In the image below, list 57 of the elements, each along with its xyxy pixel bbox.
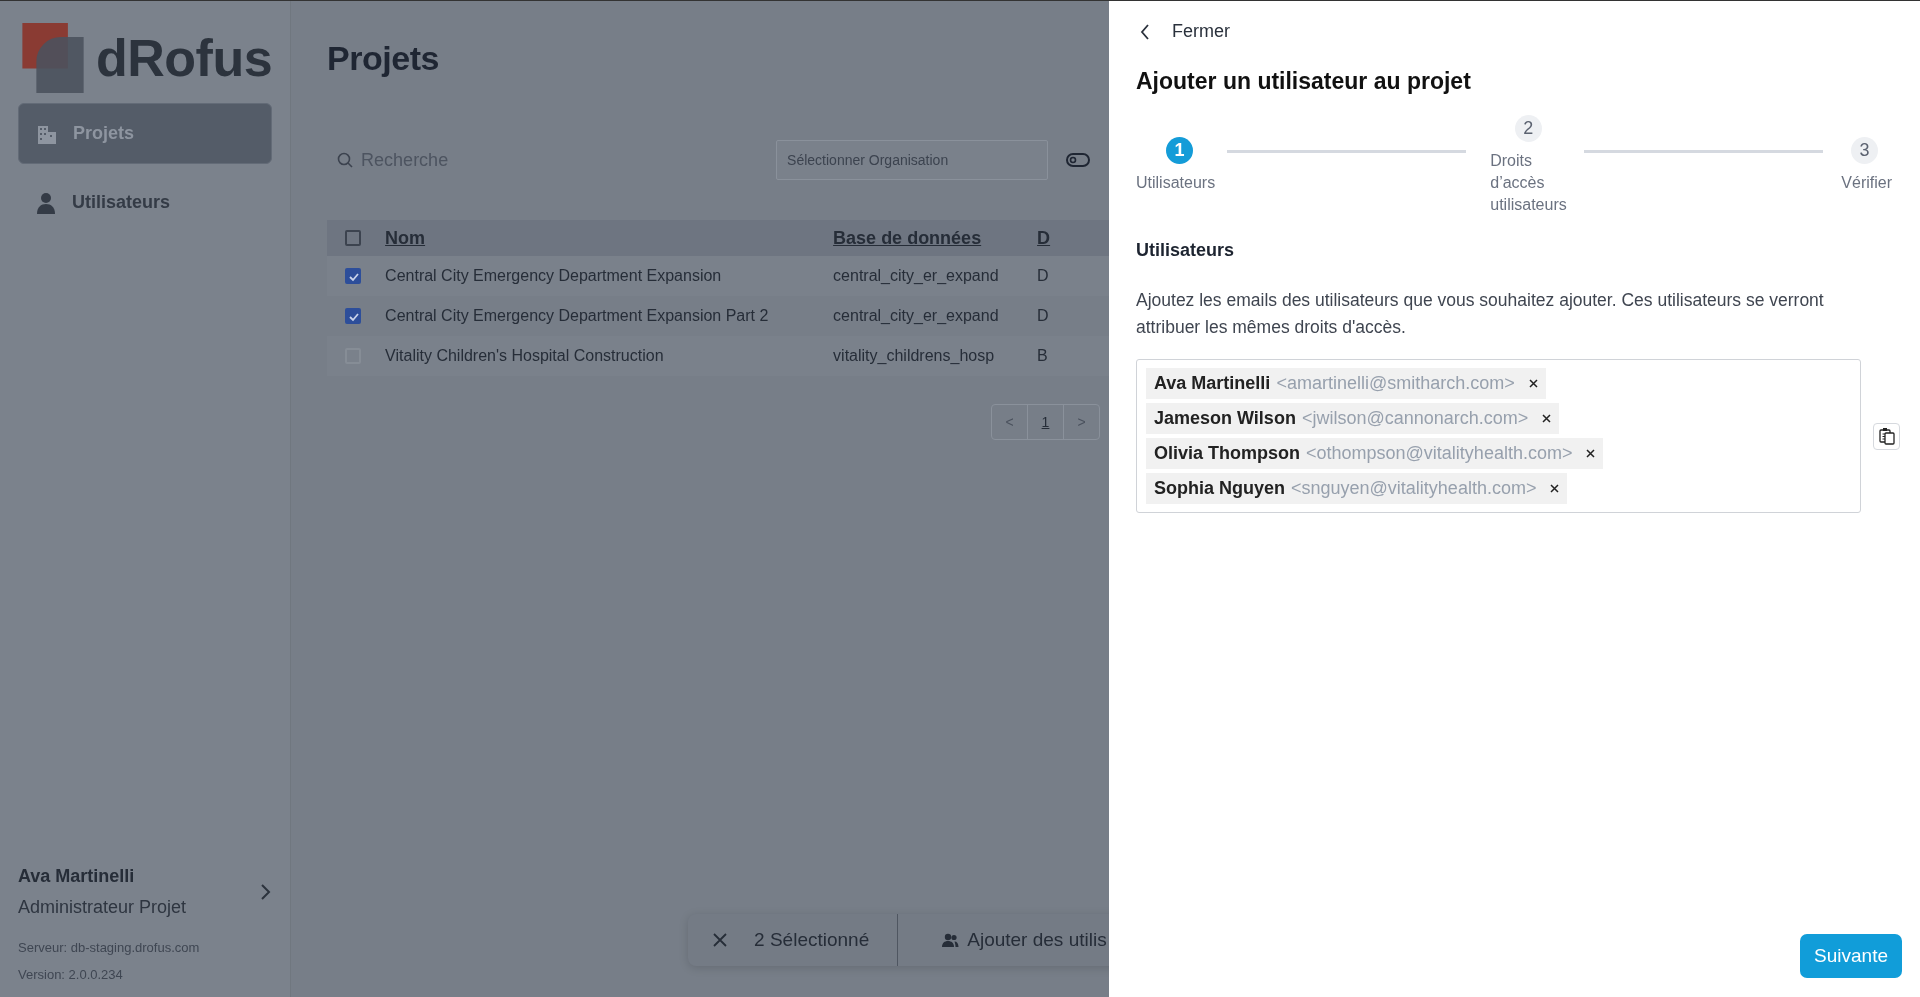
table-cell: D [1037, 267, 1049, 284]
sidebar-item[interactable]: Utilisateurs [18, 172, 273, 233]
row-checkbox[interactable] [345, 308, 362, 324]
section-title: Utilisateurs [1136, 240, 1236, 261]
selection-count: 2 Sélectionné [754, 929, 870, 951]
close-icon [712, 932, 729, 948]
chevron-left-icon [1140, 23, 1150, 40]
search-icon [337, 152, 354, 168]
add-users-button[interactable]: Ajouter des utilis [942, 929, 1107, 951]
previous-page-button[interactable]: < [992, 405, 1027, 439]
remove-icon [1528, 379, 1538, 388]
user-name: Ava Martinelli [18, 866, 136, 887]
step-number: 3 [1851, 137, 1878, 164]
user-tag: Sophia Nguyen <snguyen@vitalityhealth.com> [1146, 473, 1568, 504]
toggle-icon [1066, 153, 1091, 167]
column-header[interactable]: D [1037, 227, 1051, 248]
user-icon [36, 191, 56, 214]
step-label: Utilisateurs [1136, 173, 1216, 193]
user-role: Administrateur Projet [18, 897, 187, 918]
organisation-select[interactable]: Sélectionner Organisation [776, 140, 1049, 180]
users-icon [942, 933, 960, 947]
chevron-right-icon [260, 883, 273, 901]
step-number: 1 [1166, 137, 1193, 164]
table-cell: D [1037, 307, 1049, 324]
sidebar-item[interactable]: Projets [18, 103, 273, 164]
table-cell: Vitality Children's Hospital Construction [385, 347, 664, 364]
next-page-button[interactable]: > [1063, 405, 1099, 439]
page-button[interactable]: 1 [1027, 405, 1063, 439]
logo-text: dRofus [96, 28, 273, 88]
user-tag: Olivia Thompson <othompson@vitalityhealth.com> [1146, 438, 1604, 469]
step-number: 2 [1514, 115, 1542, 142]
page-title: Projets [327, 39, 440, 78]
table-cell: Central City Emergency Department Expansion [385, 267, 722, 284]
remove-icon [1586, 449, 1596, 458]
remove-icon [1542, 414, 1552, 423]
table-cell: central_city_er_expand [833, 307, 999, 324]
remove-icon [1550, 484, 1560, 493]
next-button[interactable]: Suivante [1800, 934, 1902, 978]
version-text: Version: 2.0.0.234 [18, 966, 124, 984]
drawer-title: Ajouter un utilisateur au projet [1136, 68, 1472, 95]
step-label: Droits d’accès utilisateurs [1490, 151, 1568, 215]
email-input-field[interactable]: Ava Martinelli <amartinelli@smitharch.com> Jameson Wilson <jwilson@cannonarch.com> Olivia Thompson <othompson@vitalityhealth.com> Sophia Nguyen <snguyen@vitalityhealth.com> [1136, 359, 1861, 513]
server-text: Serveur: db-staging.drofus.com [18, 939, 201, 957]
select-all-checkbox[interactable] [345, 230, 362, 246]
step-label: Vérifier [1841, 173, 1892, 193]
table-cell: central_city_er_expand [833, 267, 999, 284]
row-checkbox[interactable] [345, 268, 362, 284]
table-cell: Central City Emergency Department Expansion Part 2 [385, 307, 769, 324]
table-cell: vitality_childrens_hosp [833, 347, 995, 364]
close-link[interactable]: Fermer [1140, 21, 1230, 42]
user-tag: Jameson Wilson <jwilson@cannonarch.com> [1146, 403, 1560, 434]
column-header[interactable]: Nom [385, 227, 426, 248]
user-tag: Ava Martinelli <amartinelli@smitharch.com> [1146, 368, 1546, 399]
clipboard-icon [1878, 427, 1895, 445]
description-text: Ajoutez les emails des utilisateurs que vous souhaitez ajouter. Ces utilisateurs se verront attribuer les mêmes droits d'accès. [1136, 289, 1825, 339]
paste-button[interactable] [1873, 422, 1900, 450]
table-cell: B [1037, 347, 1048, 364]
